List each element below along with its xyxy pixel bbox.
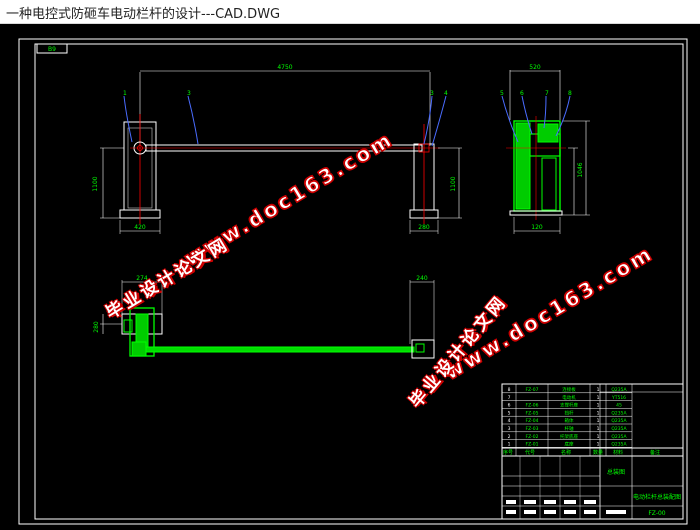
part-material: 45 [616, 403, 622, 409]
balloon-5: 5 [500, 90, 504, 97]
dim-side-base: 120 [531, 224, 543, 231]
hdr-code: 代号 [525, 449, 535, 456]
part-table-header: 序号 代号 名称 数量 材料 备注 [503, 449, 660, 456]
side-view: 520 1046 120 5 6 7 8 [500, 64, 590, 234]
part-qty: 1 [597, 426, 600, 432]
hdr-qty: 数量 [593, 449, 603, 456]
dim-top-width: 4750 [277, 64, 292, 71]
part-name: 挡杆 [565, 409, 574, 416]
part-qty: 1 [597, 442, 600, 448]
part-code: FZ-02 [526, 434, 539, 440]
balloon-6: 6 [520, 90, 524, 97]
window-title: 一种电控式防砸车电动栏杆的设计---CAD.DWG [6, 7, 281, 22]
part-material: Q235A [611, 418, 627, 424]
part-code: FZ-03 [526, 426, 539, 432]
dim-left-height: 1100 [92, 176, 99, 191]
part-qty: 1 [597, 434, 600, 440]
part-no: 1 [508, 442, 511, 448]
part-no: 3 [508, 426, 511, 432]
corner-tag: B9 [48, 46, 56, 53]
part-no: 6 [508, 403, 511, 409]
part-no: 2 [508, 434, 511, 440]
part-name: 底座 [565, 441, 574, 448]
balloon-8: 8 [568, 90, 572, 97]
tb-unit: 总装图 [607, 468, 625, 476]
dim-plan-side: 280 [93, 321, 100, 333]
dim-plan-right: 240 [416, 275, 428, 282]
tb-drawing-name: 电动栏杆总装配图 [633, 493, 681, 501]
part-qty: 1 [597, 418, 600, 424]
part-material: Q235A [611, 442, 627, 448]
cad-viewport[interactable]: B9 4750 1100 1100 420 280 1 3 3 4 520 10… [0, 24, 700, 530]
tb-drawing-no: FZ-00 [648, 510, 665, 517]
dim-right-height: 1100 [450, 176, 457, 191]
part-no: 8 [508, 387, 511, 393]
hdr-material: 材料 [613, 449, 623, 456]
parts-list: 8 FZ-07 连接板 1 Q235A 7 电动机 1 YT516 6 FZ-06 支撑杆座 1 45 5 F… [502, 386, 632, 448]
part-material: Q235A [611, 410, 627, 416]
title-block: 8 FZ-07 连接板 1 Q235A 7 电动机 1 YT516 6 FZ-06 支撑杆座 1 45 5 F… [501, 383, 684, 520]
balloon-1: 1 [123, 90, 127, 97]
part-name: 杆轴 [565, 425, 574, 432]
part-code: FZ-07 [526, 387, 539, 393]
part-material: Q235A [611, 434, 627, 440]
hdr-name: 名称 [561, 449, 571, 456]
part-name: 电动机 [562, 394, 576, 401]
part-qty: 1 [597, 395, 600, 401]
dim-side-height: 1046 [577, 162, 584, 177]
part-name: 托架底座 [560, 433, 578, 440]
dim-side-width: 520 [529, 64, 541, 71]
part-material: Q235A [611, 426, 627, 432]
part-qty: 1 [597, 387, 600, 393]
balloon-3a: 3 [187, 90, 191, 97]
dim-left-base: 420 [134, 224, 146, 231]
hdr-note: 备注 [650, 449, 660, 456]
part-no: 7 [508, 395, 511, 401]
part-material: Q235A [611, 387, 627, 393]
part-code: FZ-05 [526, 410, 539, 416]
part-code: FZ-01 [526, 442, 539, 448]
part-no: 5 [508, 410, 511, 416]
part-qty: 1 [597, 410, 600, 416]
part-code: FZ-04 [526, 418, 539, 424]
part-name: 支撑杆座 [560, 402, 578, 409]
window-titlebar: 一种电控式防砸车电动栏杆的设计---CAD.DWG [0, 0, 700, 24]
balloon-3b: 3 [430, 90, 434, 97]
part-name: 连接板 [562, 386, 576, 393]
part-code: FZ-06 [526, 403, 539, 409]
part-material: YT516 [611, 395, 626, 401]
balloon-4: 4 [444, 90, 448, 97]
part-name: 箱体 [565, 417, 574, 424]
dim-right-base: 280 [418, 224, 430, 231]
hdr-no: 序号 [503, 449, 513, 456]
part-qty: 1 [597, 403, 600, 409]
balloon-7: 7 [545, 90, 549, 97]
part-no: 4 [508, 418, 511, 424]
plan-boom [145, 346, 415, 353]
